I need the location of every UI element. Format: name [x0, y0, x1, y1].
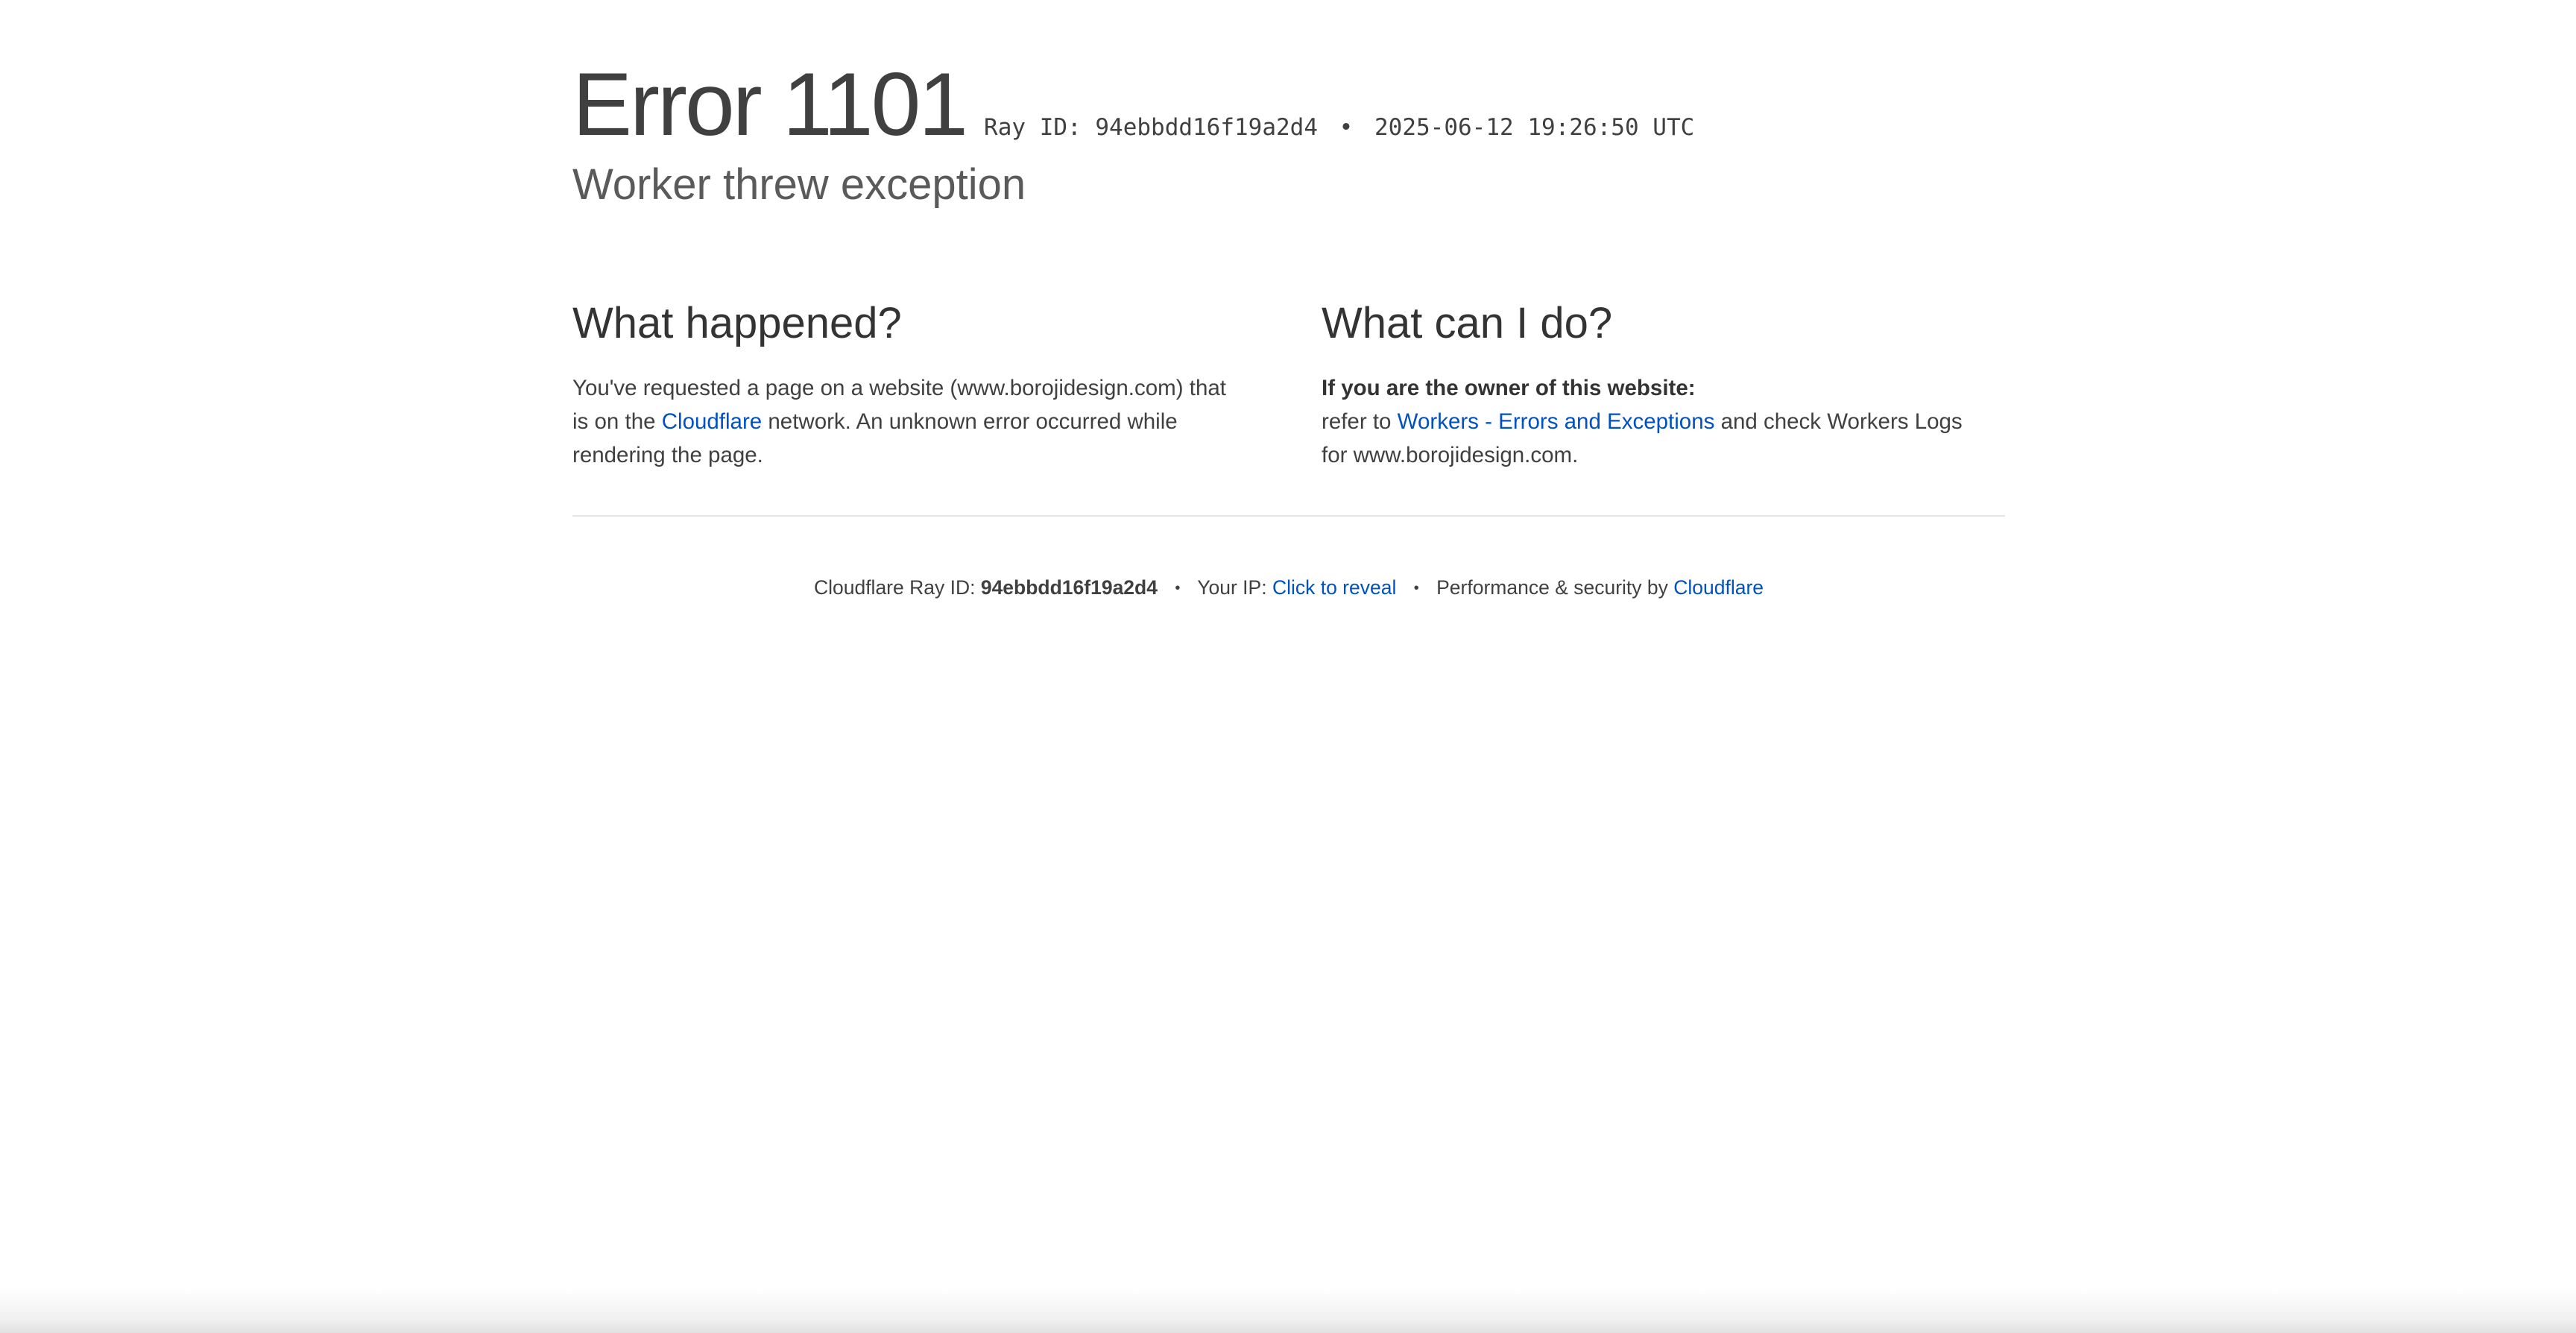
footer-separator: • — [1413, 580, 1419, 596]
footer-ray-label: Cloudflare Ray ID: — [813, 576, 981, 599]
footer-cloudflare-link[interactable]: Cloudflare — [1673, 576, 1764, 599]
what-can-i-do-text-before: refer to — [1322, 409, 1398, 434]
footer-ip-label: Your IP: — [1197, 576, 1272, 599]
owner-label: If you are the owner of this website: — [1322, 376, 1696, 400]
cloudflare-link[interactable]: Cloudflare — [662, 409, 762, 434]
bullet-separator: • — [1339, 114, 1354, 141]
what-happened-text: You've requested a page on a website (ww… — [572, 371, 1228, 472]
info-columns: What happened? You've requested a page o… — [572, 295, 2005, 472]
error-header: Error 1101 Ray ID: 94ebbdd16f19a2d4 • 20… — [572, 0, 2005, 213]
footer-ray-id: 94ebbdd16f19a2d4 — [980, 576, 1158, 599]
what-happened-section: What happened? You've requested a page o… — [572, 295, 1228, 472]
workers-errors-link[interactable]: Workers - Errors and Exceptions — [1398, 409, 1715, 434]
ray-label: Ray ID: — [984, 114, 1082, 141]
reveal-ip-button[interactable]: Click to reveal — [1272, 576, 1396, 599]
ray-meta: Ray ID: 94ebbdd16f19a2d4 • 2025-06-12 19… — [984, 114, 1694, 141]
error-page: Error 1101 Ray ID: 94ebbdd16f19a2d4 • 20… — [0, 0, 2576, 1333]
timestamp: 2025-06-12 19:26:50 UTC — [1374, 114, 1695, 141]
footer: Cloudflare Ray ID: 94ebbdd16f19a2d4 • Yo… — [572, 576, 2005, 599]
what-can-i-do-text: If you are the owner of this website: ref… — [1322, 371, 1977, 472]
what-can-i-do-section: What can I do? If you are the owner of t… — [1322, 295, 1977, 472]
content-container: Error 1101 Ray ID: 94ebbdd16f19a2d4 • 20… — [572, 0, 2005, 599]
footer-perf-label: Performance & security by — [1436, 576, 1674, 599]
ray-id: 94ebbdd16f19a2d4 — [1095, 114, 1318, 141]
error-title-row: Error 1101 Ray ID: 94ebbdd16f19a2d4 • 20… — [572, 52, 2005, 157]
window-bottom-shadow — [0, 1288, 2576, 1333]
what-happened-heading: What happened? — [572, 299, 902, 347]
error-subtitle: Worker threw exception — [572, 160, 1026, 209]
what-can-i-do-heading: What can I do? — [1322, 299, 1613, 347]
footer-divider — [572, 515, 2005, 517]
error-title: Error 1101 — [572, 54, 968, 154]
footer-separator: • — [1175, 580, 1181, 596]
